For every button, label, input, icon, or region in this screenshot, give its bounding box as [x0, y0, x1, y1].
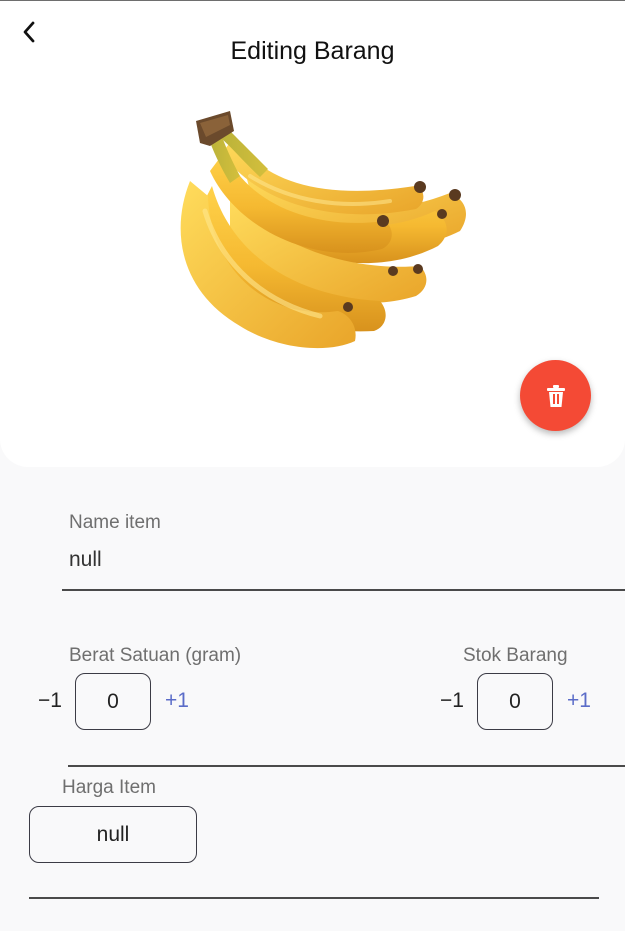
berat-increment-button[interactable]: +1 — [165, 689, 189, 713]
berat-decrement-button[interactable]: −1 — [38, 689, 62, 713]
product-image — [180, 111, 466, 349]
harga-input[interactable]: null — [29, 806, 197, 863]
berat-label: Berat Satuan (gram) — [69, 645, 242, 666]
trash-icon — [546, 384, 565, 407]
stok-input[interactable]: 0 — [477, 673, 553, 730]
berat-value: 0 — [107, 689, 119, 713]
stok-decrement-button[interactable]: −1 — [440, 689, 464, 713]
stepper-underline — [68, 765, 625, 767]
name-label: Name item — [69, 512, 161, 533]
page-title: Editing Barang — [230, 37, 395, 65]
delete-button[interactable] — [520, 360, 591, 431]
stok-value: 0 — [509, 689, 521, 713]
harga-value: null — [96, 822, 130, 846]
name-input[interactable]: null — [69, 548, 102, 572]
name-underline — [62, 589, 625, 591]
header-card: Editing Barang — [0, 1, 625, 467]
berat-input[interactable]: 0 — [75, 673, 151, 730]
harga-underline — [29, 897, 599, 899]
stok-increment-button[interactable]: +1 — [567, 689, 591, 713]
stok-label: Stok Barang — [463, 645, 568, 666]
harga-label: Harga Item — [62, 777, 156, 798]
